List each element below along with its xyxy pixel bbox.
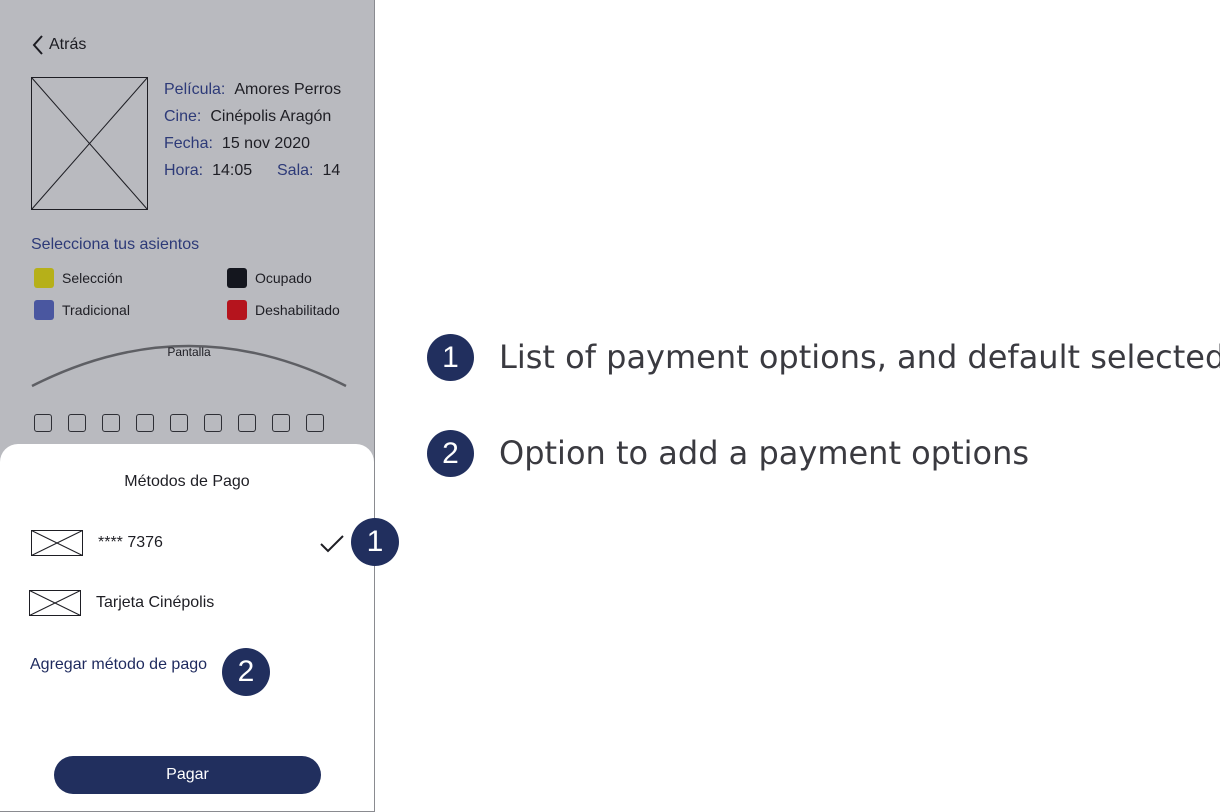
note-text-2: Option to add a payment options [499, 434, 1030, 472]
date-value: 15 nov 2020 [221, 135, 310, 152]
image-placeholder-icon [31, 77, 148, 210]
legend-swatch [34, 268, 54, 288]
legend-swatch [227, 300, 247, 320]
annotation-marker-1: 1 [351, 518, 399, 566]
payment-method-label: Tarjeta Cinépolis [96, 594, 215, 611]
seat[interactable] [204, 414, 222, 432]
note-marker-1: 1 [427, 334, 474, 381]
legend-label: Deshabilitado [255, 302, 340, 318]
room-label: Sala: [277, 162, 314, 179]
legend-item-disabled: Deshabilitado [227, 300, 340, 320]
legend-label: Selección [62, 270, 123, 286]
legend-item-selection: Selección [34, 268, 123, 288]
movie-poster-placeholder [31, 77, 148, 210]
chevron-left-icon [32, 35, 43, 55]
pay-button[interactable]: Pagar [54, 756, 321, 794]
seat[interactable] [306, 414, 324, 432]
time-label: Hora: [164, 162, 204, 179]
seat[interactable] [238, 414, 256, 432]
cinema-value: Cinépolis Aragón [210, 108, 332, 125]
legend-swatch [227, 268, 247, 288]
room-value: 14 [322, 162, 341, 179]
cinema-row: Cine: Cinépolis Aragón [164, 108, 331, 126]
legend-item-traditional: Tradicional [34, 300, 130, 320]
screen-label: Pantalla [167, 345, 211, 359]
legend-item-occupied: Ocupado [227, 268, 312, 288]
legend-label: Tradicional [62, 302, 130, 318]
movie-value: Amores Perros [234, 81, 342, 98]
movie-row: Película: Amores Perros [164, 81, 341, 99]
seat[interactable] [102, 414, 120, 432]
cinema-label: Cine: [164, 108, 202, 125]
seat-row [34, 414, 324, 432]
date-row: Fecha: 15 nov 2020 [164, 135, 310, 153]
check-icon [320, 535, 344, 553]
seat[interactable] [136, 414, 154, 432]
note-marker-2: 2 [427, 430, 474, 477]
payment-method-label: **** 7376 [98, 534, 163, 551]
card-placeholder-icon [29, 590, 81, 616]
back-button[interactable]: Atrás [31, 34, 86, 56]
room-row: Sala: 14 [277, 162, 340, 180]
seat[interactable] [34, 414, 52, 432]
phone-mockup: Atrás Película: Amores Perros Cine: Cinépo… [0, 0, 375, 812]
sheet-title: Métodos de Pago [124, 473, 250, 490]
seats-section-title: Selecciona tus asientos [31, 236, 200, 253]
movie-label: Película: [164, 81, 226, 98]
back-label: Atrás [49, 36, 87, 53]
add-payment-method-link[interactable]: Agregar método de pago [30, 656, 207, 674]
seat[interactable] [68, 414, 86, 432]
seat[interactable] [272, 414, 290, 432]
date-label: Fecha: [164, 135, 213, 152]
time-row: Hora: 14:05 [164, 162, 252, 180]
legend-label: Ocupado [255, 270, 312, 286]
payment-method-card-7376[interactable]: **** 7376 [31, 530, 163, 556]
time-value: 14:05 [212, 162, 253, 179]
annotation-marker-2: 2 [222, 648, 270, 696]
note-text-1: List of payment options, and default sel… [499, 338, 1220, 376]
legend-swatch [34, 300, 54, 320]
screen-arc [31, 344, 347, 388]
seat[interactable] [170, 414, 188, 432]
card-placeholder-icon [31, 530, 83, 556]
payment-method-cinepolis-card[interactable]: Tarjeta Cinépolis [29, 590, 214, 616]
cinema-screen: Pantalla [30, 332, 348, 392]
payment-methods-sheet: Métodos de Pago **** 7376 Tarjeta Cinépo… [0, 444, 374, 811]
